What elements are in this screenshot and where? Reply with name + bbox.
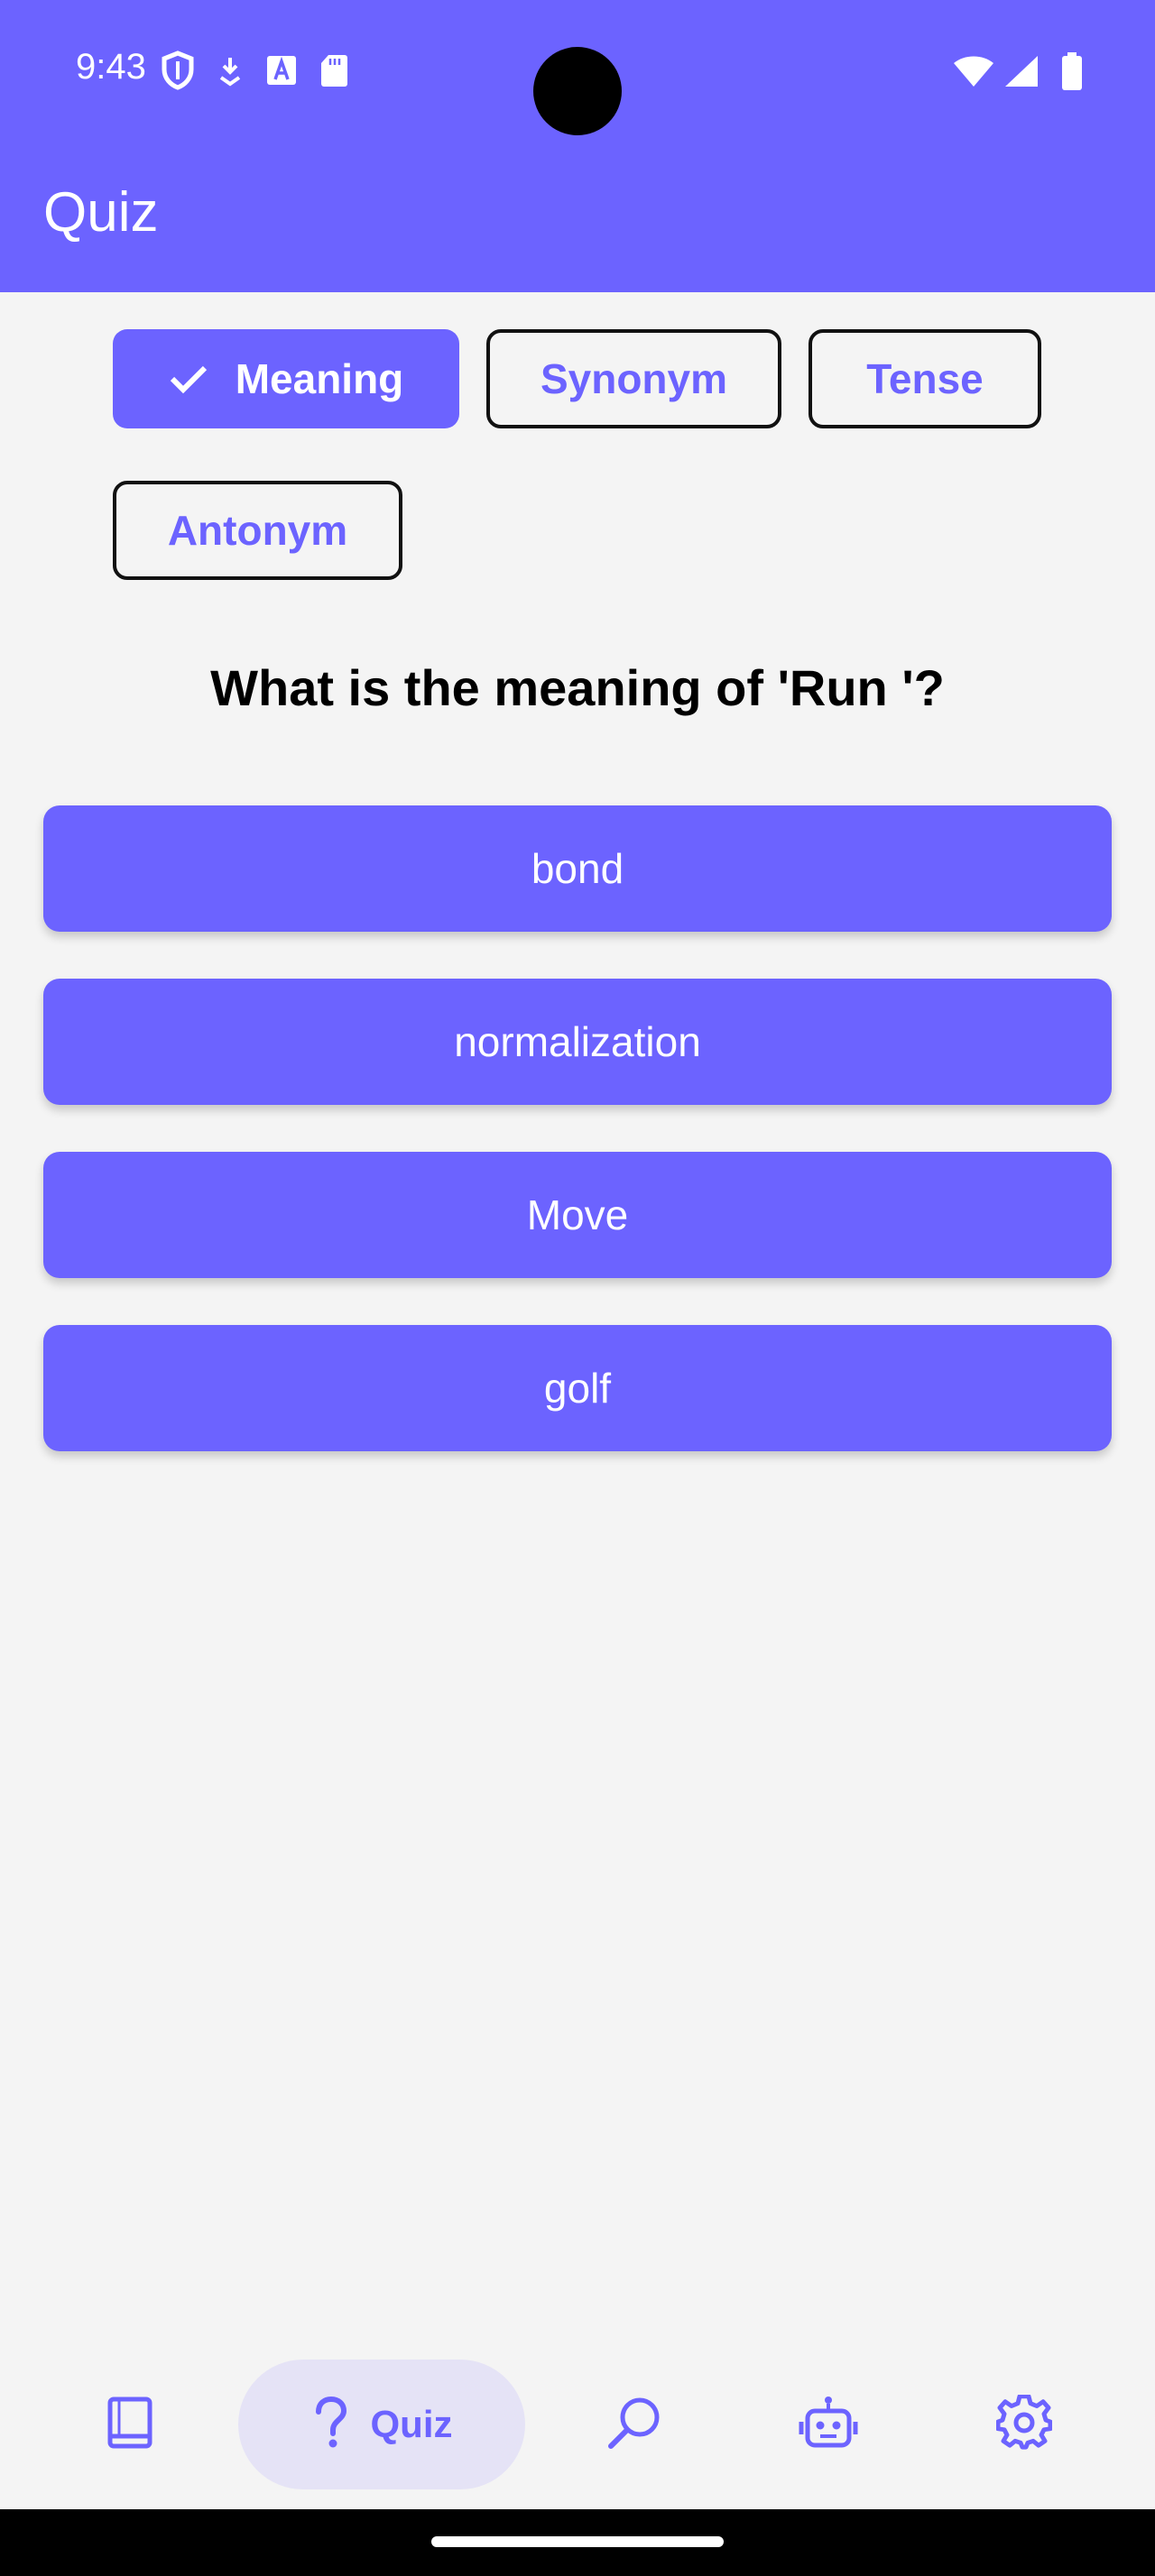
option-label: normalization [454, 1018, 701, 1065]
download-icon [217, 54, 244, 87]
battery-icon [1061, 52, 1083, 95]
nav-item-settings[interactable] [970, 2360, 1078, 2489]
bottom-nav: Quiz [0, 2345, 1155, 2509]
check-icon [169, 363, 208, 395]
answer-option-3[interactable]: Move [43, 1152, 1112, 1278]
chip-label: Tense [866, 355, 984, 402]
shield-icon [161, 51, 195, 90]
answer-option-4[interactable]: golf [43, 1325, 1112, 1451]
robot-icon [799, 2395, 858, 2455]
question-icon [311, 2396, 351, 2454]
system-nav-bar [0, 2509, 1155, 2576]
nav-label-quiz: Quiz [370, 2403, 453, 2445]
status-time: 9:43 [76, 47, 146, 87]
sd-card-icon [319, 53, 348, 87]
gear-icon [995, 2393, 1053, 2455]
chip-label: Antonym [167, 507, 348, 554]
option-label: Move [526, 1191, 629, 1238]
signal-icon [1003, 54, 1040, 93]
nav-item-quiz[interactable]: Quiz [238, 2360, 525, 2489]
status-icons-left [161, 51, 348, 90]
nav-item-assistant[interactable] [774, 2360, 882, 2489]
font-icon [265, 54, 298, 87]
nav-item-search[interactable] [580, 2360, 688, 2489]
chip-label: Meaning [235, 355, 404, 402]
wifi-icon [953, 54, 994, 93]
answer-option-1[interactable]: bond [43, 805, 1112, 932]
status-icons-right [953, 52, 1083, 95]
nav-item-words[interactable] [76, 2360, 184, 2489]
option-label: bond [531, 845, 624, 892]
book-icon [106, 2397, 153, 2453]
chip-antonym[interactable]: Antonym [113, 481, 402, 580]
question-text: What is the meaning of 'Run '? [210, 659, 945, 716]
gesture-handle[interactable] [431, 2536, 724, 2547]
page-title: Quiz [43, 181, 159, 244]
camera-cutout [533, 47, 622, 135]
chip-tense[interactable]: Tense [808, 329, 1041, 428]
option-label: golf [543, 1365, 612, 1412]
chip-label: Synonym [540, 355, 728, 402]
answer-option-2[interactable]: normalization [43, 979, 1112, 1105]
chip-synonym[interactable]: Synonym [486, 329, 781, 428]
app-bar: 9:43 Quiz [0, 0, 1155, 292]
chip-meaning[interactable]: Meaning [113, 329, 459, 428]
search-icon [606, 2395, 662, 2455]
